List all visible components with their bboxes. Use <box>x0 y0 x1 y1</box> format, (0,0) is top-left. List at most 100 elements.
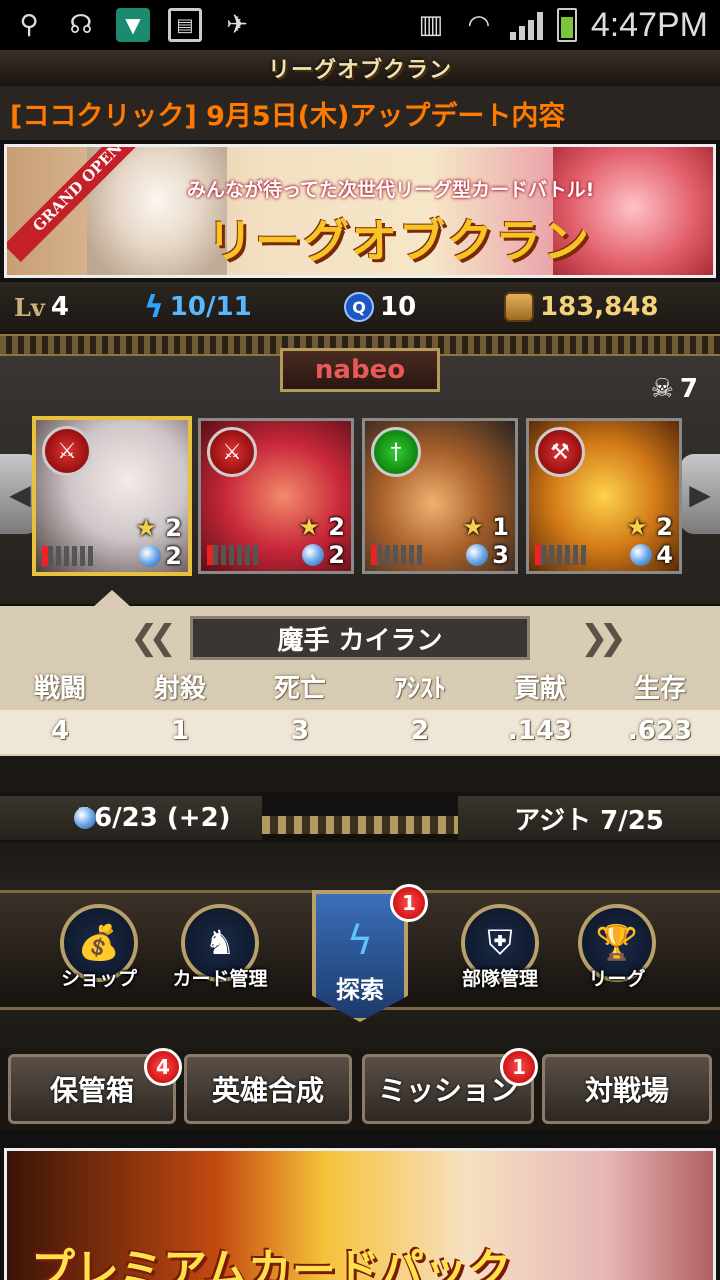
axe-emblem-icon: ⚔ <box>207 427 257 477</box>
stat-header: 生存 <box>633 674 686 704</box>
battery-icon <box>556 8 577 42</box>
sword-emblem-icon: † <box>371 427 421 477</box>
arena-label: 対戦場 <box>584 1074 669 1107</box>
menu-label: 部隊管理 <box>461 968 538 990</box>
level-display: Lv 4 <box>14 292 144 322</box>
stats-value-row: 4 1 3 2 .143 .623 <box>0 710 720 754</box>
mission-notification-badge: 1 <box>500 1048 538 1086</box>
card-stars: ★ 2 <box>135 514 182 542</box>
hideout-display: アジト 7/25 <box>458 796 720 840</box>
download-icon: ▤ <box>168 8 202 42</box>
gold-value: 183,848 <box>540 292 659 322</box>
chevron-right-icon: ▶ <box>689 477 711 511</box>
card-orbs: 2 <box>139 542 182 570</box>
explore-notification-badge: 1 <box>390 884 428 922</box>
deck-card-2[interactable]: ⚔ ★ 2 2 <box>198 418 354 574</box>
stat-value: 1 <box>170 716 190 746</box>
usb-icon: ⚲ <box>19 10 39 40</box>
card-stars: ★ 1 <box>462 513 509 541</box>
deck-card-3[interactable]: † ★ 1 3 <box>362 418 518 574</box>
gold-display: 183,848 <box>504 292 658 322</box>
skull-icon: ☠ <box>650 374 674 404</box>
stamina-value: 10/11 <box>169 292 252 322</box>
stat-value: .623 <box>627 716 693 746</box>
selected-card-name: 魔手 カイラン <box>190 616 530 660</box>
stat-value: 4 <box>50 716 70 746</box>
ornament-divider <box>262 816 458 834</box>
menu-label: ショップ <box>60 968 137 990</box>
player-name-plate: nabeo <box>280 348 440 392</box>
stat-value: .143 <box>507 716 573 746</box>
menu-unit-manage[interactable]: ⛨ 部隊管理 <box>450 904 550 994</box>
card-orbs: 4 <box>630 541 673 569</box>
hammer-emblem-icon: ⚒ <box>535 427 585 477</box>
resource-bar: Lv 4 ϟ 10/11 Q 10 183,848 <box>0 282 720 332</box>
card-level-bars <box>207 545 261 565</box>
orb-icon <box>74 807 96 829</box>
card-stars: ★ 2 <box>626 513 673 541</box>
menu-card-manage[interactable]: ♞ カード管理 <box>170 904 270 994</box>
deck-card-4[interactable]: ⚒ ★ 2 4 <box>526 418 682 574</box>
banner-title: リーグオブクラン <box>207 214 591 268</box>
clock: 4:47PM <box>590 5 708 44</box>
arena-button[interactable]: 対戦場 <box>542 1054 712 1124</box>
fusion-label: 英雄合成 <box>211 1074 324 1107</box>
stat-header: ｱｼｽﾄ <box>393 674 446 704</box>
deck-card-1[interactable]: ⚔ ★ 2 2 <box>32 416 192 576</box>
stat-value: 2 <box>410 716 430 746</box>
card-level-bars <box>535 545 589 565</box>
axe-emblem-icon: ⚔ <box>42 426 92 476</box>
orb-count-display: 16/23 (+2) <box>0 796 262 840</box>
quest-points-value: 10 <box>380 292 417 322</box>
menu-shop[interactable]: 💰 ショップ <box>54 904 144 994</box>
hero-fusion-button[interactable]: 英雄合成 <box>184 1054 352 1124</box>
headset-icon: ☊ <box>69 10 93 40</box>
orb-count: 16/23 (+2) <box>76 803 231 833</box>
coin-stack-icon <box>504 292 534 322</box>
news-text: [ココクリック] 9月5日(木)アップデート内容 <box>10 100 566 132</box>
menu-label: 探索 <box>336 976 384 1004</box>
promo-banner[interactable]: GRAND OPEN!! みんなが待ってた次世代リーグ型カードバトル! リーグオ… <box>4 144 716 278</box>
level-label: Lv <box>14 292 45 322</box>
selection-pointer <box>92 590 132 608</box>
premium-pack-banner[interactable]: プレミアムカードパック <box>4 1148 716 1280</box>
quest-points-display: Q 10 <box>344 292 504 322</box>
level-value: 4 <box>50 292 69 322</box>
storage-label: 保管箱 <box>49 1074 134 1107</box>
card-orbs: 2 <box>302 541 345 569</box>
game-logo: リーグオブクラン <box>267 57 452 83</box>
lightning-icon: ϟ <box>144 289 164 325</box>
signal-icon <box>509 10 543 40</box>
stat-header: 貢献 <box>513 674 566 704</box>
kills-counter: ☠ 7 <box>651 374 698 404</box>
chevron-left-icon: ◀ <box>9 477 31 511</box>
header: リーグオブクラン <box>0 50 720 86</box>
shield-app-icon: ▼ <box>116 8 150 42</box>
chevron-right-ornament-icon: ❯❯ <box>580 618 627 658</box>
storage-notification-badge: 4 <box>144 1048 182 1086</box>
banner-tagline: みんなが待ってた次世代リーグ型カードバトル! <box>187 179 595 201</box>
wifi-icon: ◠ <box>467 10 491 40</box>
news-link[interactable]: [ココクリック] 9月5日(木)アップデート内容 <box>0 86 720 140</box>
stat-header: 死亡 <box>273 674 326 704</box>
menu-league[interactable]: 🏆 リーグ <box>572 904 662 994</box>
status-bar: ⚲ ☊ ▼ ▤ ✈ ▥ ◠ 4:47PM <box>0 0 720 50</box>
stats-header-row: 戦闘 射殺 死亡 ｱｼｽﾄ 貢献 生存 <box>0 668 720 710</box>
stamina-display: ϟ 10/11 <box>144 290 344 325</box>
card-level-bars <box>42 546 96 566</box>
hideout-count: アジト 7/25 <box>514 805 664 836</box>
spacer <box>0 756 720 792</box>
card-stars: ★ 2 <box>298 513 345 541</box>
stat-header: 射殺 <box>153 674 206 704</box>
quest-q-icon: Q <box>344 292 374 322</box>
menu-label: リーグ <box>588 968 646 990</box>
mission-label: ミッション <box>377 1074 518 1107</box>
card-orbs: 3 <box>466 541 509 569</box>
chevron-left-ornament-icon: ❮❮ <box>130 618 177 658</box>
stat-value: 3 <box>290 716 310 746</box>
stat-header: 戦闘 <box>33 674 86 704</box>
kills-value: 7 <box>679 374 698 404</box>
card-level-bars <box>371 545 425 565</box>
next-card-arrow[interactable]: ▶ <box>680 454 720 534</box>
premium-pack-title: プレミアムカードパック <box>31 1245 512 1280</box>
